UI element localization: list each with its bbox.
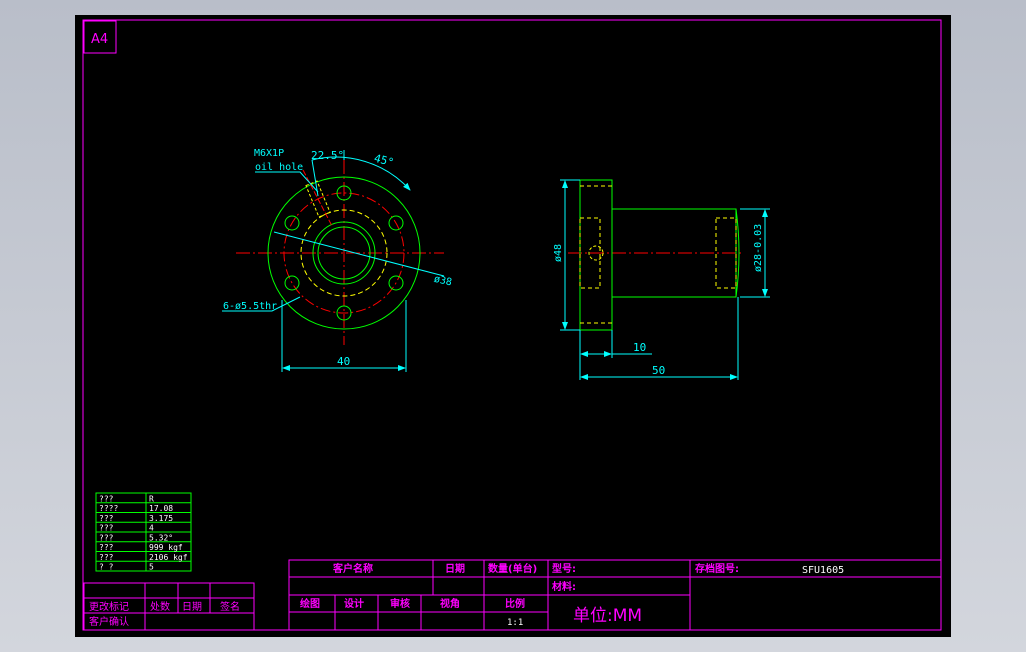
model-label: 型号: xyxy=(552,562,576,575)
spec-value: 5 xyxy=(149,563,154,572)
rev-date-label: 日期 xyxy=(182,601,202,613)
spec-key: ??? xyxy=(99,514,114,523)
count-label: 处数 xyxy=(150,600,170,613)
spec-key: ? ? xyxy=(99,563,114,572)
drafted-label: 绘图 xyxy=(300,597,320,610)
thread-callout: M6X1P xyxy=(254,148,284,159)
quantity-label: 数量(单台) xyxy=(488,562,537,575)
angle-22-label: 22.5° xyxy=(311,149,344,162)
spec-key: ??? xyxy=(99,543,114,552)
drawing-sheet xyxy=(75,15,951,637)
spec-value: 3.175 xyxy=(149,514,173,523)
spec-key: ??? xyxy=(99,524,114,533)
design-label: 设计 xyxy=(344,597,364,610)
spec-key: ??? xyxy=(99,494,114,503)
cad-drawing: A4 M6X1P oil hole 22.5° 45° 6-ø5.5thr ø3… xyxy=(75,15,951,637)
spec-key: ???? xyxy=(99,504,118,513)
unit-label: 单位:MM xyxy=(573,606,642,626)
bolt-holes-label: 6-ø5.5thr xyxy=(223,301,277,312)
oil-hole-callout: oil hole xyxy=(255,162,303,173)
spec-value: 4 xyxy=(149,524,154,533)
signature-label: 签名 xyxy=(220,600,240,613)
spec-value: 2106 kgf xyxy=(149,553,188,562)
spec-value: 5.32° xyxy=(149,533,173,542)
spec-key: ??? xyxy=(99,533,114,542)
review-label: 审核 xyxy=(390,597,410,610)
spec-value: 999 kgf xyxy=(149,543,183,552)
change-mark-label: 更改标记 xyxy=(89,600,129,613)
scale-label: 比例 xyxy=(505,597,525,610)
sheet-size-label: A4 xyxy=(91,32,108,47)
material-label: 材料: xyxy=(552,580,576,593)
spec-value: R xyxy=(149,494,154,503)
customer-name-label: 客户名称 xyxy=(332,562,373,575)
flange-dia-label: ø48 xyxy=(553,244,564,262)
spec-key: ??? xyxy=(99,553,114,562)
width-label: 40 xyxy=(337,355,350,368)
scale-value: 1:1 xyxy=(507,618,523,628)
body-dia-label: ø28-0.03 xyxy=(753,224,764,272)
cad-viewport[interactable]: A4 M6X1P oil hole 22.5° 45° 6-ø5.5thr ø3… xyxy=(0,0,1026,652)
customer-confirm-label: 客户确认 xyxy=(89,615,129,628)
flange-thickness-label: 10 xyxy=(633,341,646,354)
date-label: 日期 xyxy=(445,562,465,575)
drawing-no-label: 存档图号: xyxy=(695,562,739,575)
spec-value: 17.08 xyxy=(149,504,173,513)
drawing-no-value: SFU1605 xyxy=(802,565,844,576)
length-label: 50 xyxy=(652,364,665,377)
projection-label: 视角 xyxy=(440,597,460,610)
